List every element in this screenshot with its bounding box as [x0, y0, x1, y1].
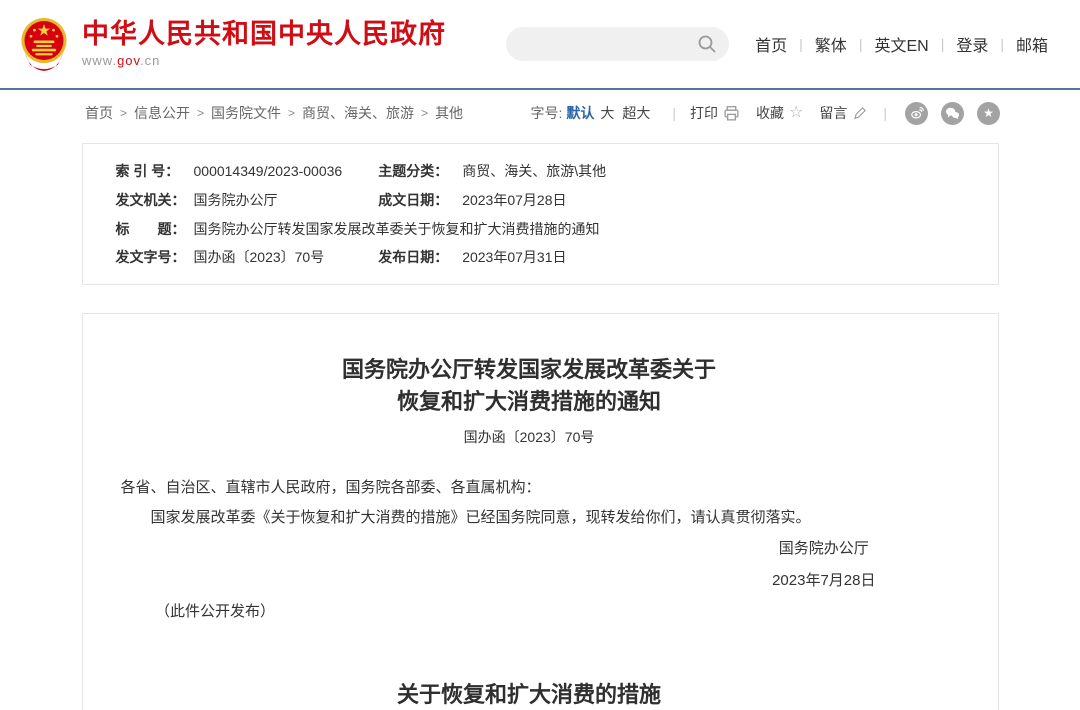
nav-separator: |	[1000, 36, 1004, 52]
meta-written-date-value: 2023年07月28日	[462, 186, 997, 215]
salutation-line: 各省、自治区、直辖市人民政府，国务院各部委、各直属机构：	[121, 473, 938, 503]
page-toolbar: 字号: 默认 大 超大 | 打印 收藏 ☆ 留言 |	[530, 102, 1000, 125]
site-title: 中华人民共和国中央人民政府	[82, 20, 446, 50]
site-url: www.gov.cn	[82, 53, 446, 68]
font-size-large[interactable]: 大	[600, 103, 614, 123]
meta-publish-date-label: 发布日期：	[356, 243, 448, 272]
document-body: 各省、自治区、直辖市人民政府，国务院各部委、各直属机构： 国家发展改革委《关于恢…	[121, 473, 938, 628]
favorite-button[interactable]: 收藏 ☆	[756, 103, 803, 123]
meta-table: 索 引 号： 000014349/2023-00036 主题分类： 商贸、海关、…	[116, 157, 998, 272]
document-number: 国办函〔2023〕70号	[121, 427, 938, 447]
attachment-title: 关于恢复和扩大消费的措施	[121, 677, 938, 709]
nav-home[interactable]: 首页	[755, 32, 787, 56]
font-size-label: 字号:	[530, 103, 562, 123]
breadcrumb-separator: >	[288, 106, 295, 120]
document-title-line1: 国务院办公厅转发国家发展改革委关于	[121, 354, 938, 386]
meta-title-value: 国务院办公厅转发国家发展改革委关于恢复和扩大消费措施的通知	[194, 215, 998, 244]
comment-button[interactable]: 留言	[819, 103, 867, 123]
breadcrumb-category[interactable]: 商贸、海关、旅游	[302, 103, 414, 123]
breadcrumb-info-disclosure[interactable]: 信息公开	[134, 103, 190, 123]
breadcrumb-separator: >	[120, 106, 127, 120]
toolbar-separator: |	[883, 105, 887, 121]
meta-agency-label: 发文机关：	[116, 186, 180, 215]
star-icon: ☆	[789, 105, 803, 121]
nav-login[interactable]: 登录	[956, 32, 988, 56]
search-icon[interactable]	[697, 34, 717, 54]
meta-written-date-label: 成文日期：	[356, 186, 448, 215]
signature-block: 国务院办公厅 2023年7月28日	[121, 533, 938, 598]
meta-topic-label: 主题分类：	[356, 157, 448, 186]
sign-date: 2023年7月28日	[772, 565, 875, 597]
meta-agency-value: 国务院办公厅	[194, 186, 343, 215]
meta-topic-value: 商贸、海关、旅游\其他	[462, 157, 997, 186]
breadcrumb-separator: >	[421, 106, 428, 120]
printer-icon	[723, 105, 740, 122]
document-content-box: 国务院办公厅转发国家发展改革委关于 恢复和扩大消费措施的通知 国办函〔2023〕…	[82, 313, 999, 710]
nav-traditional[interactable]: 繁体	[815, 32, 847, 56]
breadcrumb-separator: >	[197, 106, 204, 120]
qzone-icon[interactable]: ★	[977, 102, 1000, 125]
nav-separator: |	[799, 36, 803, 52]
meta-publish-date-value: 2023年07月31日	[462, 243, 997, 272]
top-nav: 首页 | 繁体 | 英文EN | 登录 | 邮箱	[755, 32, 1048, 56]
toolbar-separator: |	[672, 105, 676, 121]
signer: 国务院办公厅	[772, 533, 875, 565]
font-size-default[interactable]: 默认	[566, 103, 594, 123]
print-button[interactable]: 打印	[690, 103, 740, 123]
meta-title-label: 标 题：	[116, 215, 180, 244]
nav-mail[interactable]: 邮箱	[1016, 32, 1048, 56]
nav-separator: |	[941, 36, 945, 52]
share-icons: ★	[905, 102, 1000, 125]
breadcrumb-other[interactable]: 其他	[435, 103, 463, 123]
site-logo[interactable]: 中华人民共和国中央人民政府 www.gov.cn	[18, 16, 446, 72]
search-input[interactable]	[506, 27, 729, 61]
nav-separator: |	[859, 36, 863, 52]
national-emblem-icon	[18, 16, 70, 72]
font-size-xlarge[interactable]: 超大	[622, 103, 650, 123]
site-header: 中华人民共和国中央人民政府 www.gov.cn 首页 | 繁体 | 英文EN | 登…	[0, 0, 1080, 88]
breadcrumb-state-council-docs[interactable]: 国务院文件	[211, 103, 281, 123]
document-meta-box: 索 引 号： 000014349/2023-00036 主题分类： 商贸、海关、…	[82, 143, 999, 285]
body-paragraph: 国家发展改革委《关于恢复和扩大消费的措施》已经国务院同意，现转发给你们，请认真贯…	[121, 503, 938, 533]
public-release-note: （此件公开发布）	[121, 597, 938, 627]
weibo-icon[interactable]	[905, 102, 928, 125]
wechat-icon[interactable]	[941, 102, 964, 125]
search-box	[506, 27, 729, 61]
breadcrumb: 首页 > 信息公开 > 国务院文件 > 商贸、海关、旅游 > 其他	[85, 103, 463, 123]
document-title-line2: 恢复和扩大消费措施的通知	[121, 386, 938, 418]
breadcrumb-toolbar-row: 首页 > 信息公开 > 国务院文件 > 商贸、海关、旅游 > 其他 字号: 默认…	[0, 90, 1080, 136]
nav-english[interactable]: 英文EN	[874, 32, 928, 56]
meta-doc-no-label: 发文字号：	[116, 243, 180, 272]
document-title: 国务院办公厅转发国家发展改革委关于 恢复和扩大消费措施的通知	[121, 354, 938, 418]
meta-doc-no-value: 国办函〔2023〕70号	[194, 243, 343, 272]
pencil-icon	[852, 106, 867, 121]
meta-index-label: 索 引 号：	[116, 157, 180, 186]
meta-index-value: 000014349/2023-00036	[194, 157, 343, 186]
breadcrumb-home[interactable]: 首页	[85, 103, 113, 123]
